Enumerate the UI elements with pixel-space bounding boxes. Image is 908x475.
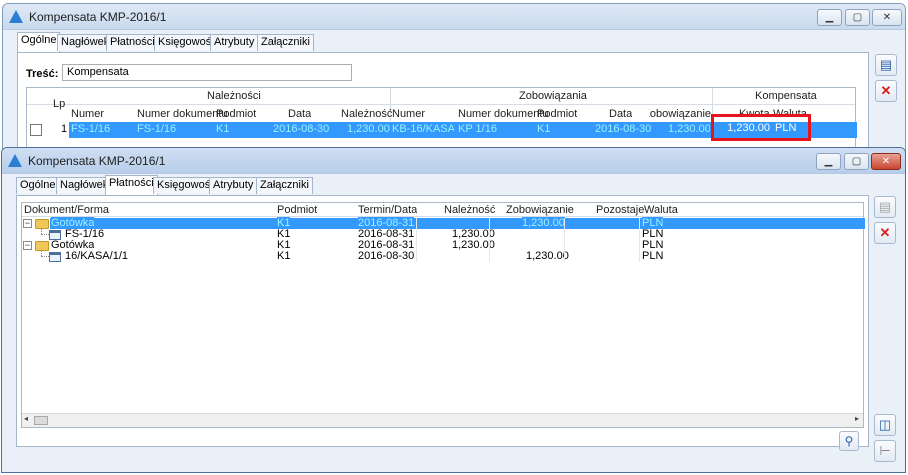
cell-podmiot: K1 bbox=[277, 250, 291, 262]
window-title: Kompensata KMP-2016/1 bbox=[28, 154, 166, 168]
tab-ogolne[interactable]: Ogólne bbox=[17, 32, 61, 52]
col-podmiot[interactable]: Podmiot bbox=[216, 108, 256, 120]
cancel-button[interactable]: ✕ bbox=[875, 80, 897, 102]
titlebar[interactable]: Kompensata KMP-2016/1 ▁ ▢ ✕ bbox=[2, 148, 905, 174]
group-header-kompensata: Kompensata bbox=[755, 90, 817, 102]
group-header-naleznosci: Należności bbox=[207, 90, 261, 102]
col-numer[interactable]: Numer bbox=[71, 108, 104, 120]
tresc-input[interactable]: Kompensata bbox=[62, 64, 352, 81]
cell-podmiot-2: K1 bbox=[537, 123, 551, 135]
cell-numer-dokumentu-2: KP 1/16 bbox=[458, 123, 497, 135]
table-row[interactable]: FS-1/16 K1 2016-08-31 1,230.00 PLN bbox=[22, 228, 865, 240]
tab-bar: Ogólne Nagłówek Płatności Księgowość Atr… bbox=[17, 32, 317, 52]
cell-data-2: 2016-08-30 bbox=[595, 123, 652, 135]
tab-zalaczniki[interactable]: Załączniki bbox=[257, 34, 314, 51]
col-dokument-forma[interactable]: Dokument/Forma bbox=[24, 204, 109, 216]
scroll-right-icon[interactable]: ▸ bbox=[855, 414, 859, 423]
save-button[interactable]: ▤ bbox=[875, 54, 897, 76]
payments-panel: Dokument/Forma Podmiot Termin/Data Należ… bbox=[16, 195, 869, 451]
cell-lp: 1 bbox=[61, 123, 68, 135]
folder-icon bbox=[35, 241, 49, 251]
cell-zobowiazanie: 1,230.00 bbox=[526, 250, 569, 262]
document-icon bbox=[49, 252, 61, 262]
row-checkbox[interactable] bbox=[30, 124, 42, 136]
col-data-2[interactable]: Data bbox=[609, 108, 632, 120]
col-data[interactable]: Data bbox=[288, 108, 311, 120]
pin-button[interactable]: ⊢ bbox=[874, 440, 896, 462]
table-row[interactable]: − Gotówka K1 2016-08-31 1,230.00 PLN bbox=[22, 217, 865, 229]
scrollbar-thumb[interactable] bbox=[34, 416, 48, 425]
window-back: Kompensata KMP-2016/1 ▁ ▢ ✕ Ogólne Nagłó… bbox=[2, 3, 906, 153]
col-numer-2[interactable]: Numer bbox=[392, 108, 425, 120]
cell-zobowiazanie: 1,230.00 bbox=[522, 217, 565, 229]
cell-numer: FS-1/16 bbox=[71, 123, 111, 135]
col-pozostaje[interactable]: Pozostaje bbox=[596, 204, 644, 216]
horizontal-scrollbar[interactable]: ◂ ▸ bbox=[22, 413, 863, 427]
cell-naleznosc: 1,230.00 bbox=[347, 123, 390, 135]
tresc-label: Treść: bbox=[26, 68, 59, 80]
col-waluta[interactable]: Waluta bbox=[644, 204, 678, 216]
close-button[interactable]: ✕ bbox=[872, 9, 902, 26]
app-logo-icon bbox=[8, 154, 22, 167]
tab-atrybuty[interactable]: Atrybuty bbox=[209, 177, 258, 194]
tab-zalaczniki[interactable]: Załączniki bbox=[256, 177, 313, 194]
save-button[interactable]: ▤ bbox=[874, 196, 896, 218]
tab-platnosci[interactable]: Płatności bbox=[106, 34, 159, 51]
col-numer-dokumentu-2[interactable]: Numer dokumentu bbox=[458, 108, 549, 120]
cell-podmiot: K1 bbox=[216, 123, 230, 135]
tab-ogolne[interactable]: Ogólne bbox=[16, 177, 60, 194]
maximize-button[interactable]: ▢ bbox=[845, 9, 870, 26]
lock-button[interactable]: ◫ bbox=[874, 414, 896, 436]
cell-zobowiazanie: 1,230.00 bbox=[668, 123, 710, 135]
folder-icon bbox=[35, 219, 49, 229]
cell-numer-2: KB-16/KASA/1/ bbox=[392, 123, 454, 135]
tab-bar: Ogólne Nagłówek Płatności Księgowość Atr… bbox=[16, 175, 316, 195]
collapse-toggle-icon[interactable]: − bbox=[23, 241, 32, 250]
minimize-button[interactable]: ▁ bbox=[817, 9, 842, 26]
tab-naglowek[interactable]: Nagłówek bbox=[57, 34, 114, 51]
cell-data: 2016-08-30 bbox=[273, 123, 330, 135]
col-naleznosc[interactable]: Należność bbox=[341, 108, 392, 120]
cell-waluta: PLN bbox=[642, 250, 664, 262]
tab-platnosci[interactable]: Płatności bbox=[105, 175, 158, 195]
cancel-button[interactable]: ✕ bbox=[874, 222, 896, 244]
table-row[interactable]: 16/KASA/1/1 K1 2016-08-30 1,230.00 PLN bbox=[22, 250, 865, 262]
general-panel: Treść: Kompensata Należności Zobowiązani… bbox=[17, 52, 869, 152]
search-button[interactable]: ⚲ bbox=[839, 431, 859, 451]
cell-numer-dokumentu: FS-1/16 bbox=[137, 123, 177, 135]
col-podmiot-2[interactable]: Podmiot bbox=[537, 108, 577, 120]
col-zobowiazanie[interactable]: Zobowiązanie bbox=[506, 204, 574, 216]
close-button[interactable]: ✕ bbox=[871, 153, 901, 170]
col-numer-dokumentu[interactable]: Numer dokumentu bbox=[137, 108, 228, 120]
tab-atrybuty[interactable]: Atrybuty bbox=[210, 34, 259, 51]
tab-naglowek[interactable]: Nagłówek bbox=[56, 177, 113, 194]
table-row[interactable]: − Gotówka K1 2016-08-31 1,230.00 PLN bbox=[22, 239, 865, 251]
col-zobowiazanie[interactable]: Zobowiązanie bbox=[649, 108, 711, 120]
window-title: Kompensata KMP-2016/1 bbox=[29, 10, 167, 24]
app-logo-icon bbox=[9, 10, 23, 23]
col-naleznosc[interactable]: Należność bbox=[444, 204, 495, 216]
window-front: Kompensata KMP-2016/1 ▁ ▢ ✕ Ogólne Nagłó… bbox=[1, 147, 906, 473]
payments-tree-grid: Dokument/Forma Podmiot Termin/Data Należ… bbox=[21, 202, 865, 428]
maximize-button[interactable]: ▢ bbox=[844, 153, 869, 170]
col-termin-data[interactable]: Termin/Data bbox=[358, 204, 417, 216]
group-header-zobowiazania: Zobowiązania bbox=[519, 90, 587, 102]
collapse-toggle-icon[interactable]: − bbox=[23, 219, 32, 228]
scroll-left-icon[interactable]: ◂ bbox=[24, 414, 28, 423]
col-lp[interactable]: Lp bbox=[53, 98, 65, 110]
highlight-box bbox=[711, 114, 811, 141]
col-podmiot[interactable]: Podmiot bbox=[277, 204, 317, 216]
cell-dokument: 16/KASA/1/1 bbox=[65, 250, 128, 262]
minimize-button[interactable]: ▁ bbox=[816, 153, 841, 170]
cell-termin: 2016-08-30 bbox=[358, 250, 415, 262]
titlebar[interactable]: Kompensata KMP-2016/1 ▁ ▢ ✕ bbox=[3, 4, 905, 30]
compensation-grid: Należności Zobowiązania Kompensata Lp Nu… bbox=[26, 87, 857, 151]
